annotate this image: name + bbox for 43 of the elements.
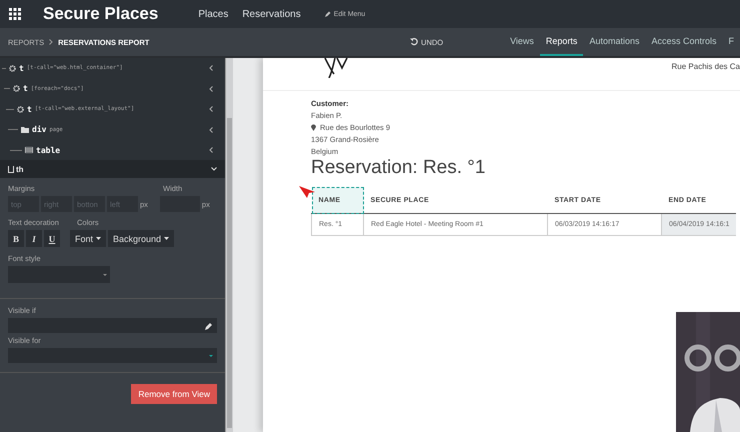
color-dropdown[interactable]: Font [70,230,106,247]
chevron-left-icon[interactable] [209,126,213,133]
pencil-icon[interactable] [205,322,213,330]
format-button[interactable]: B [8,230,24,247]
tab[interactable]: F [722,28,740,56]
app-title: Secure Places [43,4,158,24]
tab[interactable]: Views [504,28,540,56]
chevron-left-icon[interactable] [209,106,213,112]
report-title: Reservation: Res. °1 [311,157,486,179]
caret-icon [103,274,107,276]
company-address: Rue Pachis des Ca [672,61,740,73]
gear-icon [17,106,24,113]
table-icon [25,147,33,154]
chevron-left-icon[interactable] [209,86,213,92]
visible-if-field[interactable] [8,318,217,333]
breadcrumb-separator-icon [49,39,54,45]
menu-item[interactable]: Places [198,8,228,20]
chevron-left-icon[interactable] [209,147,213,154]
caret-icon [96,237,102,240]
format-button[interactable]: I [26,230,42,247]
gear-icon [13,85,20,92]
cell-icon [8,166,14,172]
undo-icon [410,38,418,46]
pencil-icon [324,11,331,17]
remove-from-view-button[interactable]: Remove from View [131,384,217,404]
caret-icon [209,354,213,356]
menu-item[interactable]: Reservations [242,8,301,20]
tab[interactable]: Access Controls [645,28,722,56]
format-button[interactable]: U [44,230,60,247]
map-pin-icon [311,124,316,131]
chevron-left-icon[interactable] [209,65,213,72]
pointer-arrow-icon [299,186,315,198]
scrollbar-thumb[interactable] [227,118,232,428]
tree-item[interactable]: table [0,140,225,160]
chevron-down-icon[interactable] [211,167,217,171]
folder-icon [21,126,29,133]
color-dropdown[interactable]: Background [108,230,174,247]
gear-icon [9,64,16,72]
caret-icon [164,237,170,240]
tab[interactable]: Reports [540,28,584,56]
tab[interactable]: Automations [583,28,646,56]
section-header[interactable]: th [0,160,225,178]
apps-menu-icon[interactable] [9,8,21,20]
